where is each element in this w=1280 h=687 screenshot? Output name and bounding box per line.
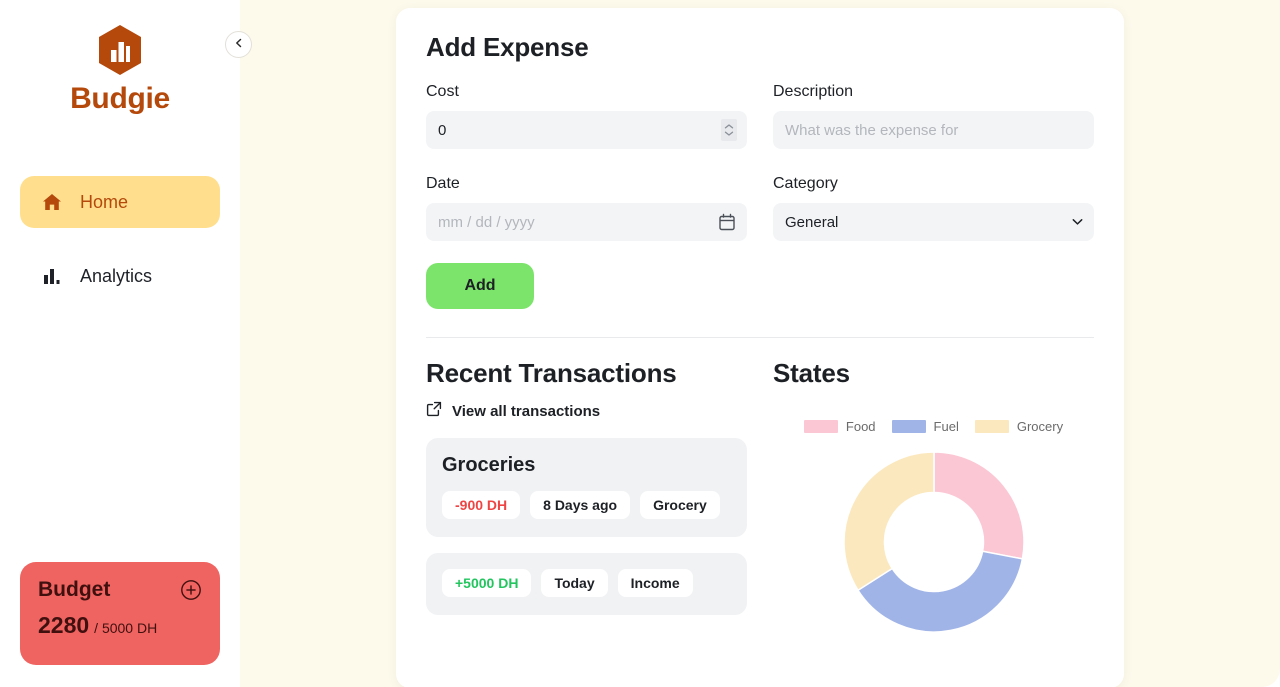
bar-chart-icon	[42, 266, 62, 286]
transaction-date-1: 8 Days ago	[530, 491, 631, 519]
budget-header: Budget	[38, 578, 202, 602]
transaction-chips-2: +5000 DH Today Income	[442, 569, 731, 597]
chevron-down-icon	[1072, 219, 1083, 226]
sidebar: Budgie Home Analytics Budget 2280 / 5000…	[0, 0, 252, 687]
chart-legend: Food Fuel Grocery	[803, 419, 1064, 434]
transaction-row-2[interactable]: +5000 DH Today Income	[426, 553, 747, 615]
budget-total: / 5000 DH	[94, 620, 158, 636]
date-input[interactable]: mm / dd / yyyy	[426, 203, 747, 241]
donut-canvas	[834, 442, 1034, 642]
legend-item-fuel[interactable]: Fuel	[891, 419, 959, 434]
budget-spent: 2280	[38, 612, 90, 638]
date-field-group: Date mm / dd / yyyy	[426, 175, 747, 241]
donut-slice-food[interactable]	[932, 451, 1025, 560]
states-block: States Food Fuel Grocery	[773, 358, 1094, 642]
hexagon-bar-chart-logo-icon	[97, 24, 143, 76]
dashboard-card: Add Expense Cost 0 Description What was …	[396, 8, 1124, 687]
number-spinner-icon[interactable]	[721, 119, 737, 141]
legend-item-food[interactable]: Food	[803, 419, 876, 434]
cost-field-group: Cost 0	[426, 83, 747, 149]
page-area: Add Expense Cost 0 Description What was …	[240, 0, 1280, 687]
category-label: Category	[773, 175, 838, 192]
transaction-chips-1: -900 DH 8 Days ago Grocery	[442, 491, 731, 519]
section-divider	[426, 337, 1094, 338]
category-field-group: Category General	[773, 175, 1094, 241]
sidebar-item-home[interactable]: Home	[20, 176, 220, 228]
brand-name: Budgie	[70, 82, 170, 115]
legend-label-food: Food	[845, 419, 876, 434]
description-input[interactable]: What was the expense for	[773, 111, 1094, 149]
date-input-placeholder: mm / dd / yyyy	[438, 213, 535, 231]
legend-swatch-grocery	[974, 420, 1009, 433]
budget-title: Budget	[38, 578, 111, 601]
sidebar-nav: Home Analytics	[0, 176, 240, 302]
description-input-placeholder: What was the expense for	[785, 121, 959, 139]
states-donut-chart: Food Fuel Grocery	[773, 389, 1094, 642]
transaction-category-2: Income	[617, 569, 693, 597]
states-title: States	[773, 358, 850, 388]
add-expense-form: Cost 0 Description What was the expense …	[426, 83, 1094, 245]
calendar-icon[interactable]	[719, 213, 735, 231]
cost-label: Cost	[426, 83, 459, 100]
page-title: Add Expense	[426, 32, 589, 62]
sidebar-item-label-home: Home	[80, 191, 129, 212]
category-selected-value: General	[785, 213, 839, 231]
budget-card: Budget 2280 / 5000 DH	[20, 562, 220, 665]
transaction-amount-1: -900 DH	[442, 491, 521, 519]
lower-section: Recent Transactions View all transaction…	[426, 358, 1094, 642]
recent-transactions-block: Recent Transactions View all transaction…	[426, 358, 747, 642]
transaction-row-1[interactable]: Groceries -900 DH 8 Days ago Grocery	[426, 438, 747, 537]
brand: Budgie	[70, 24, 170, 116]
chevron-left-icon	[233, 36, 245, 54]
sidebar-item-analytics[interactable]: Analytics	[20, 250, 220, 302]
budget-amounts: 2280 / 5000 DH	[38, 612, 202, 639]
recent-transactions-title: Recent Transactions	[426, 358, 677, 388]
description-label: Description	[773, 83, 854, 100]
plus-circle-icon[interactable]	[180, 579, 202, 601]
legend-label-grocery: Grocery	[1016, 419, 1064, 434]
cost-input-value: 0	[438, 121, 447, 139]
donut-slice-grocery[interactable]	[842, 451, 935, 592]
view-all-transactions-label: View all transactions	[452, 403, 601, 420]
legend-swatch-food	[803, 420, 838, 433]
transaction-category-1: Grocery	[640, 491, 720, 519]
home-icon	[42, 192, 62, 212]
app-root: Budgie Home Analytics Budget 2280 / 5000…	[0, 0, 1280, 687]
legend-swatch-fuel	[891, 420, 926, 433]
category-select[interactable]: General	[773, 203, 1094, 241]
legend-item-grocery[interactable]: Grocery	[974, 419, 1064, 434]
description-field-group: Description What was the expense for	[773, 83, 1094, 149]
transaction-name-1: Groceries	[442, 454, 536, 476]
transaction-amount-2: +5000 DH	[442, 569, 532, 597]
external-link-icon	[426, 401, 442, 422]
sidebar-item-label-analytics: Analytics	[80, 265, 153, 286]
transaction-date-2: Today	[541, 569, 608, 597]
cost-input[interactable]: 0	[426, 111, 747, 149]
sidebar-collapse-button[interactable]	[225, 31, 252, 58]
view-all-transactions-link[interactable]: View all transactions	[426, 401, 747, 422]
add-expense-button[interactable]: Add	[426, 263, 534, 309]
date-label: Date	[426, 175, 460, 192]
legend-label-fuel: Fuel	[933, 419, 959, 434]
